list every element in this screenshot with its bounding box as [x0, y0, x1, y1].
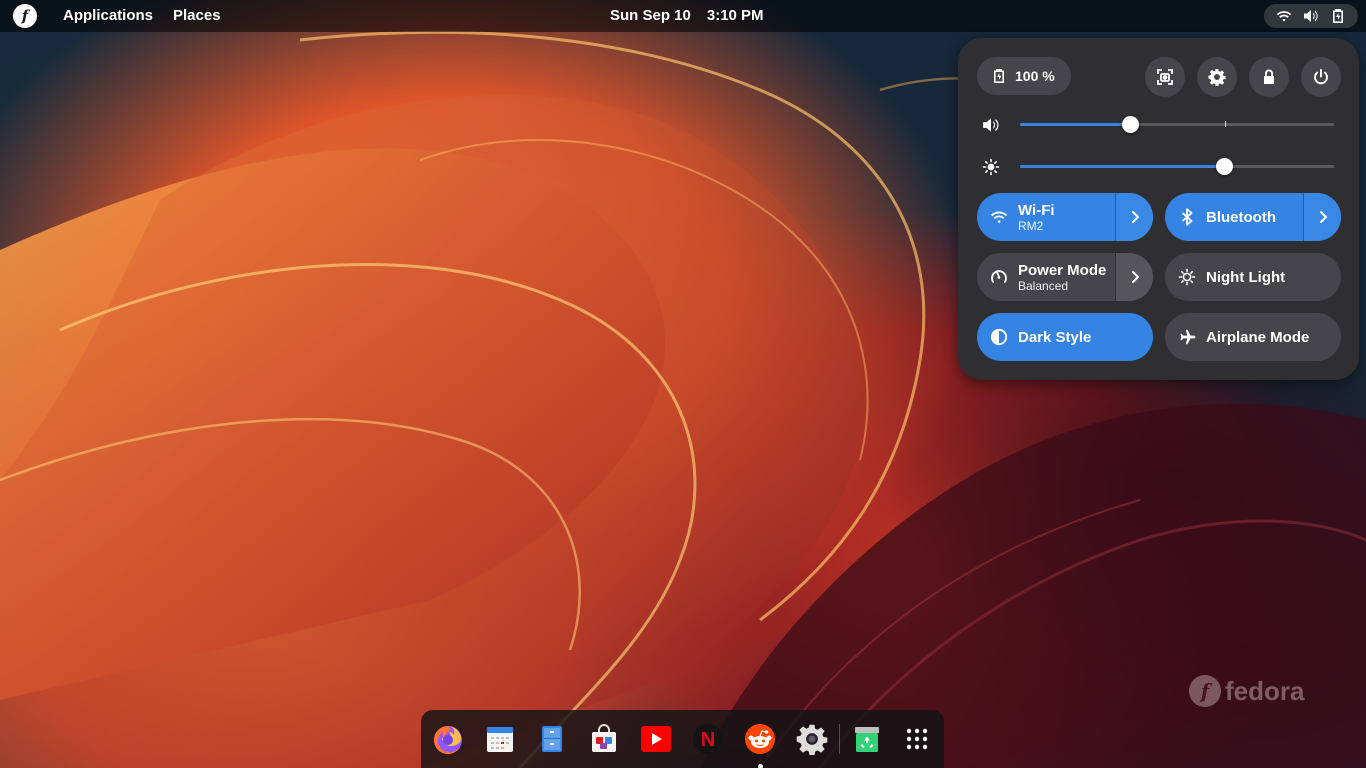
fedora-watermark-text: fedora	[1225, 675, 1305, 706]
wifi-menu-button[interactable]	[1115, 193, 1153, 241]
fedora-watermark: f fedora	[1189, 674, 1304, 708]
lock-button[interactable]	[1249, 57, 1289, 97]
dock-separator	[839, 724, 840, 754]
volume-slider-row	[982, 114, 1338, 134]
night-light-toggle-title: Night Light	[1206, 268, 1286, 286]
power-mode-icon	[991, 270, 1007, 283]
chevron-right-icon	[1131, 211, 1139, 223]
fedora-logo-icon[interactable]: f	[13, 4, 37, 28]
chevron-right-icon	[1319, 211, 1327, 223]
trash-icon	[855, 727, 879, 752]
netflix-icon: N	[693, 724, 723, 754]
dock-youtube[interactable]	[639, 722, 673, 756]
calendar-icon	[487, 727, 513, 752]
brightness-slider-handle[interactable]	[1216, 158, 1234, 175]
screenshot-icon	[1157, 69, 1173, 85]
firefox-icon	[433, 725, 462, 754]
clock[interactable]: Sun Sep 10 3:10 PM	[610, 7, 764, 24]
top-bar: f Applications Places Sun Sep 10 3:10 PM	[0, 0, 1366, 32]
clock-time: 3:10 PM	[706, 7, 764, 24]
system-tray[interactable]	[1264, 4, 1358, 28]
wifi-toggle[interactable]: Wi-Fi RM2	[977, 193, 1153, 241]
dock-trash[interactable]	[850, 722, 884, 756]
dock-firefox[interactable]	[431, 722, 465, 756]
brightness-icon	[982, 158, 1000, 176]
power-mode-toggle[interactable]: Power Mode Balanced	[977, 253, 1153, 301]
bluetooth-menu-button[interactable]	[1303, 193, 1341, 241]
fedora-watermark-logo: f	[1189, 675, 1221, 707]
applications-menu[interactable]: Applications	[63, 7, 153, 24]
power-button[interactable]	[1301, 57, 1341, 97]
dock: N	[421, 710, 944, 768]
settings-icon	[1208, 69, 1226, 86]
dark-style-icon	[990, 328, 1008, 346]
battery-icon	[994, 69, 1004, 83]
power-mode-value: Balanced	[1018, 278, 1069, 293]
app-grid-icon	[906, 728, 928, 750]
volume-slider-fill	[1020, 123, 1130, 126]
battery-icon	[1333, 9, 1344, 23]
airplane-mode-toggle[interactable]: Airplane Mode	[1165, 313, 1341, 361]
quick-settings-panel: 100 % Wi-Fi RM2 Bluetooth Power Mode Bal…	[958, 38, 1359, 380]
dock-reddit[interactable]	[743, 722, 777, 756]
settings-button[interactable]	[1197, 57, 1237, 97]
files-icon	[542, 726, 562, 752]
brightness-slider-row	[982, 156, 1338, 176]
night-light-icon	[1178, 268, 1196, 286]
wifi-network-name: RM2	[1018, 218, 1044, 233]
dark-style-toggle[interactable]: Dark Style	[977, 313, 1153, 361]
power-icon	[1314, 69, 1328, 85]
volume-slider[interactable]	[1020, 116, 1334, 133]
wifi-toggle-title: Wi-Fi	[1018, 201, 1055, 219]
dark-style-toggle-title: Dark Style	[1018, 328, 1092, 346]
dock-netflix[interactable]: N	[691, 722, 725, 756]
night-light-toggle[interactable]: Night Light	[1165, 253, 1341, 301]
screenshot-button[interactable]	[1145, 57, 1185, 97]
software-icon	[592, 724, 616, 752]
bluetooth-toggle[interactable]: Bluetooth	[1165, 193, 1341, 241]
clock-date: Sun Sep 10	[610, 7, 691, 24]
lock-icon	[1264, 69, 1274, 84]
wifi-icon	[990, 211, 1008, 224]
wifi-icon	[1276, 11, 1291, 22]
bluetooth-toggle-title: Bluetooth	[1206, 208, 1276, 226]
volume-slider-marker	[1225, 121, 1226, 127]
dock-calendar[interactable]	[483, 722, 517, 756]
bluetooth-icon	[1181, 208, 1193, 226]
dock-files[interactable]	[535, 722, 569, 756]
airplane-mode-toggle-title: Airplane Mode	[1206, 328, 1310, 346]
chevron-right-icon	[1131, 271, 1139, 283]
power-mode-toggle-title: Power Mode	[1018, 261, 1107, 279]
battery-percentage: 100 %	[1015, 68, 1055, 84]
brightness-slider[interactable]	[1020, 158, 1334, 175]
volume-icon	[983, 118, 999, 132]
battery-status-button[interactable]: 100 %	[977, 57, 1071, 95]
airplane-icon	[1180, 329, 1196, 345]
youtube-icon	[641, 726, 671, 752]
places-menu[interactable]: Places	[173, 7, 221, 24]
brightness-slider-fill	[1020, 165, 1225, 168]
reddit-running-indicator	[758, 764, 763, 768]
dock-settings[interactable]	[795, 722, 829, 756]
reddit-icon	[745, 724, 775, 754]
dock-software[interactable]	[587, 722, 621, 756]
volume-icon	[1303, 10, 1318, 22]
netflix-letter: N	[701, 729, 715, 751]
dock-app-grid[interactable]	[900, 722, 934, 756]
volume-slider-handle[interactable]	[1121, 116, 1139, 133]
settings-icon	[796, 724, 828, 755]
power-mode-menu-button[interactable]	[1115, 253, 1153, 301]
